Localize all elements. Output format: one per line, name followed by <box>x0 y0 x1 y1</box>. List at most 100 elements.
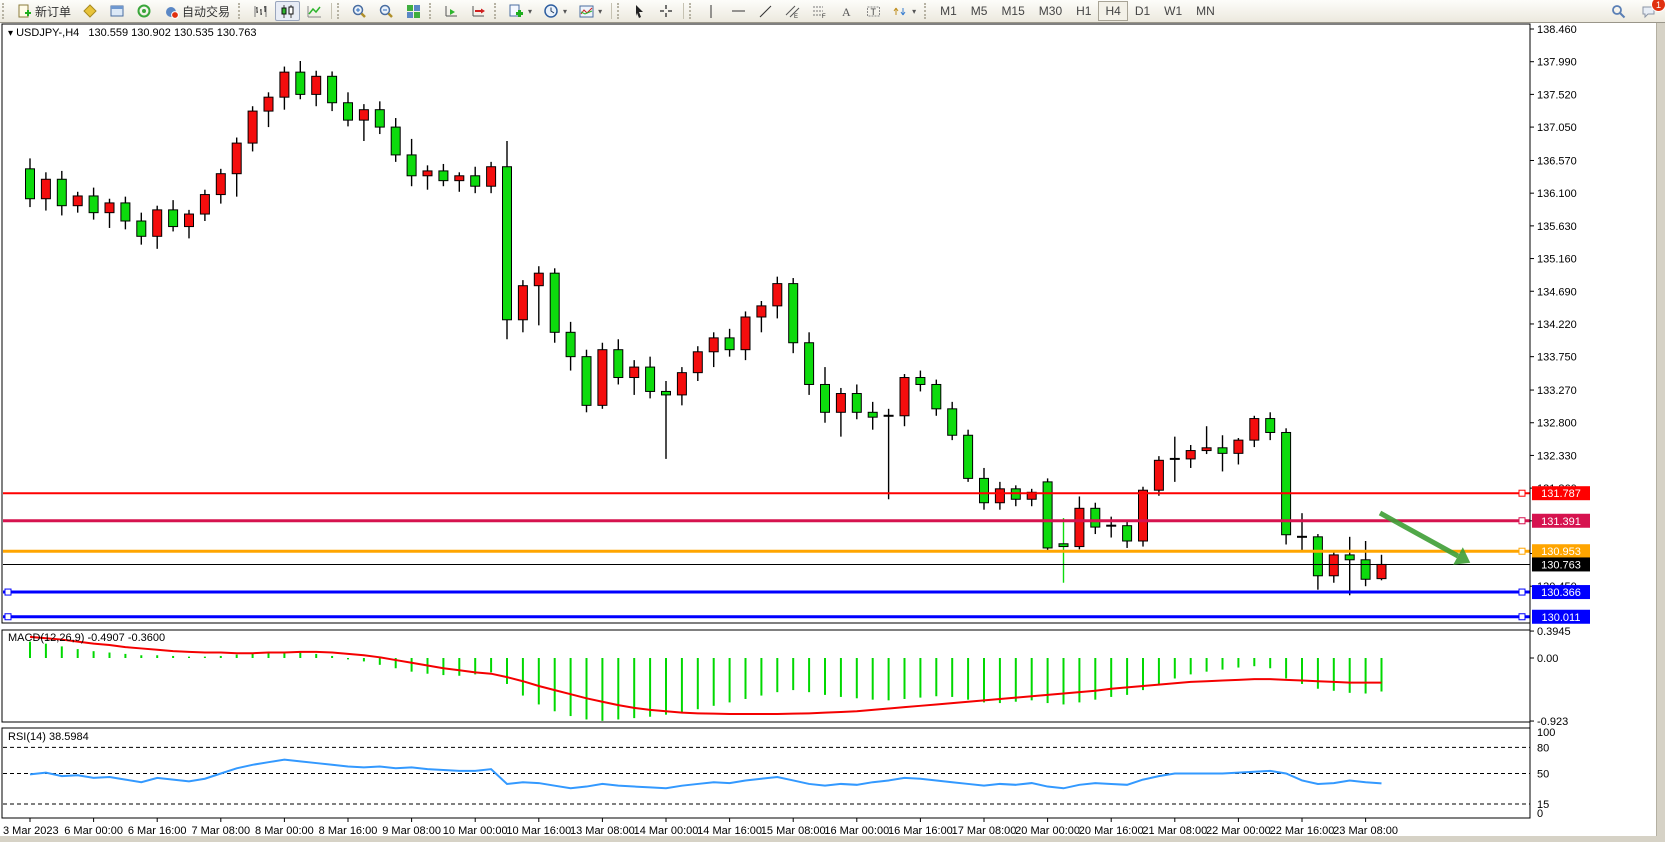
time-axis-label: 6 Mar 00:00 <box>64 825 123 836</box>
chat-button[interactable]: 1 <box>1636 1 1661 21</box>
candle-down <box>1313 537 1322 576</box>
auto-scroll-button[interactable] <box>439 1 464 21</box>
candle-down <box>89 196 98 213</box>
candle-up <box>153 210 162 236</box>
toolbar-grip[interactable] <box>238 3 245 19</box>
candle-down <box>169 210 178 227</box>
line-handle[interactable] <box>1519 548 1525 554</box>
timeframe-m15-button[interactable]: M15 <box>994 1 1031 21</box>
candle-down <box>439 171 448 181</box>
candle-down <box>614 350 623 378</box>
symbol-dropdown-icon[interactable]: ▾ <box>8 28 13 39</box>
candle-up <box>741 317 750 350</box>
timeframe-h4-button[interactable]: H4 <box>1098 1 1127 21</box>
candle-down <box>471 176 480 186</box>
vertical-line-button[interactable] <box>699 1 724 21</box>
time-axis-label: 13 Mar 08:00 <box>570 825 635 836</box>
timeframe-d1-button[interactable]: D1 <box>1128 1 1157 21</box>
timeframe-h1-button[interactable]: H1 <box>1069 1 1098 21</box>
line-handle[interactable] <box>1519 589 1525 595</box>
candle-up <box>1139 490 1148 541</box>
line-handle[interactable] <box>5 589 11 595</box>
label-button[interactable]: T <box>861 1 886 21</box>
line-chart-button[interactable] <box>302 1 327 21</box>
candle-up <box>264 97 273 111</box>
signal-icon <box>137 4 152 19</box>
pane-border <box>2 630 1530 722</box>
candle-up <box>1234 440 1243 453</box>
timeframe-m30-button[interactable]: M30 <box>1032 1 1069 21</box>
candlestick-chart-button[interactable] <box>275 1 300 21</box>
window-bottom-margin <box>0 836 1665 842</box>
toolbar-grip[interactable] <box>617 3 624 19</box>
candle-up <box>1202 448 1211 451</box>
candle-up <box>518 286 527 320</box>
search-button[interactable] <box>1606 1 1631 21</box>
fibonacci-button[interactable]: F <box>807 1 832 21</box>
line-handle[interactable] <box>1519 490 1525 496</box>
line-handle[interactable] <box>1519 614 1525 620</box>
candle-up <box>455 176 464 181</box>
line-handle[interactable] <box>1519 518 1525 524</box>
label-icon: T <box>866 4 881 19</box>
crosshair-button[interactable] <box>654 1 679 21</box>
autotrading-button[interactable]: 自动交易 <box>159 1 235 21</box>
toolbar-grip[interactable] <box>2 3 9 19</box>
tile-windows-icon <box>406 4 421 19</box>
candle-down <box>932 384 941 408</box>
chart-shift-button[interactable] <box>466 1 491 21</box>
cursor-button[interactable] <box>627 1 652 21</box>
macd-axis-label: 0.3945 <box>1537 626 1571 638</box>
arrows-button[interactable]: ▾ <box>888 1 921 21</box>
candle-up <box>1186 451 1195 459</box>
candle-up <box>248 111 257 143</box>
toolbar-grip[interactable] <box>494 3 501 19</box>
dropdown-arrow-icon[interactable]: ▾ <box>598 7 602 16</box>
charts-button[interactable] <box>78 1 103 21</box>
price-level-badge-text: 130.953 <box>1541 546 1581 558</box>
text-button[interactable]: A <box>834 1 859 21</box>
window-icon <box>110 4 125 19</box>
new-chart-button[interactable]: ▾ <box>504 1 537 21</box>
price-axis-label: 132.330 <box>1537 450 1577 462</box>
timeframe-m5-button[interactable]: M5 <box>964 1 995 21</box>
price-axis-label: 136.100 <box>1537 188 1577 200</box>
toolbar-grip[interactable] <box>924 3 931 19</box>
new-order-button[interactable]: 新订单 <box>12 1 76 21</box>
autotrading-button-label: 自动交易 <box>182 3 230 20</box>
candle-up <box>1377 564 1386 578</box>
periods-button[interactable]: ▾ <box>539 1 572 21</box>
candle-down <box>1059 544 1068 547</box>
candle-up <box>534 273 543 286</box>
toolbar-grip[interactable] <box>429 3 436 19</box>
gold-chart-icon <box>83 4 98 19</box>
time-axis-label: 7 Mar 08:00 <box>191 825 250 836</box>
toolbar-grip[interactable] <box>337 3 344 19</box>
vline-icon <box>704 4 719 19</box>
timeframe-w1-button[interactable]: W1 <box>1157 1 1189 21</box>
notification-badge: 1 <box>1651 0 1665 12</box>
line-handle[interactable] <box>5 614 11 620</box>
candle-up <box>359 110 368 120</box>
data-window-button[interactable] <box>105 1 130 21</box>
tile-windows-button[interactable] <box>401 1 426 21</box>
templates-button[interactable]: ▾ <box>574 1 607 21</box>
channel-button[interactable]: E <box>780 1 805 21</box>
zoom-in-button[interactable] <box>347 1 372 21</box>
chart-title: ▾ USDJPY-,H4 130.559 130.902 130.535 130… <box>8 27 257 39</box>
chart-window[interactable]: 138.460137.990137.520137.050136.570136.1… <box>0 23 1665 836</box>
timeframe-mn-button[interactable]: MN <box>1189 1 1222 21</box>
trendline-button[interactable] <box>753 1 778 21</box>
signals-button[interactable] <box>132 1 157 21</box>
toolbar-grip[interactable] <box>689 3 696 19</box>
zoom-out-button[interactable] <box>374 1 399 21</box>
dropdown-arrow-icon[interactable]: ▾ <box>912 7 916 16</box>
time-axis-label: 20 Mar 16:00 <box>1079 825 1144 836</box>
time-axis-label: 15 Mar 08:00 <box>761 825 826 836</box>
bar-chart-button[interactable] <box>248 1 273 21</box>
dropdown-arrow-icon[interactable]: ▾ <box>528 7 532 16</box>
dropdown-arrow-icon[interactable]: ▾ <box>563 7 567 16</box>
timeframe-m1-button[interactable]: M1 <box>933 1 964 21</box>
horizontal-line-button[interactable] <box>726 1 751 21</box>
time-axis-label: 9 Mar 08:00 <box>382 825 441 836</box>
